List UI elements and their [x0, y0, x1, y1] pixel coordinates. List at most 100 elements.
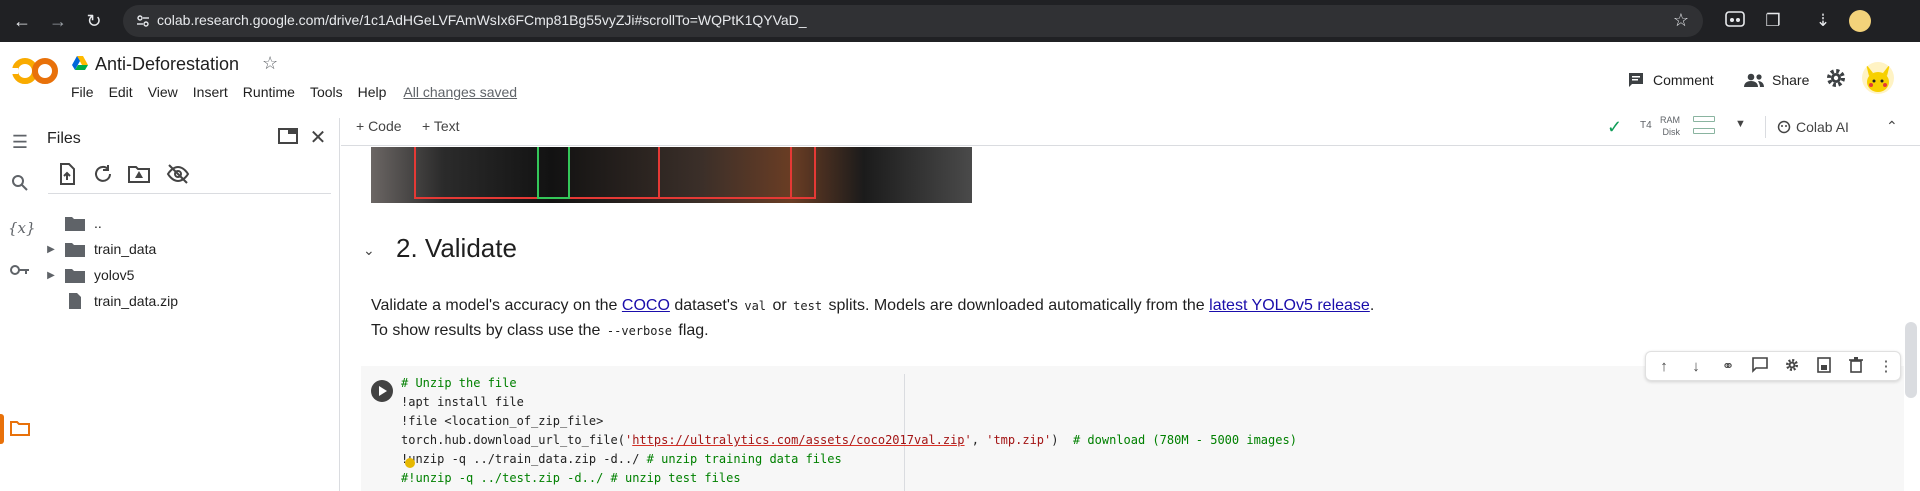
runtime-dropdown-icon[interactable]: ▼	[1735, 118, 1746, 130]
downloads-icon[interactable]: ⇣	[1812, 10, 1834, 32]
notebook-title[interactable]: Anti-Deforestation	[95, 54, 239, 75]
ram-label: RAM	[1660, 115, 1680, 125]
yolov5-release-link[interactable]: latest YOLOv5 release	[1209, 297, 1370, 314]
gear-icon[interactable]	[1824, 66, 1848, 90]
menu-insert[interactable]: Insert	[193, 84, 235, 100]
file-tree-item-train-data-zip[interactable]: train_data.zip	[40, 288, 178, 314]
profile-icon[interactable]	[1849, 10, 1871, 32]
ram-usage-bar	[1693, 116, 1715, 122]
table-of-contents-icon[interactable]: ☰	[8, 130, 32, 154]
divider	[48, 193, 331, 194]
file-tree-item-train-data[interactable]: ▶ train_data	[40, 236, 156, 262]
markdown-line: Validate a model's accuracy on the COCO …	[371, 297, 1375, 314]
colab-header: Anti-Deforestation ☆ File Edit View Inse…	[0, 42, 1920, 108]
comment-button[interactable]: Comment	[1627, 66, 1714, 94]
url-string[interactable]: https://ultralytics.com/assets/coco2017v…	[632, 433, 964, 447]
gear-icon[interactable]	[1782, 357, 1802, 377]
coco-link[interactable]: COCO	[622, 297, 670, 314]
share-people-icon	[1744, 73, 1764, 87]
mount-drive-icon[interactable]	[127, 162, 151, 186]
expand-caret-icon[interactable]: ▶	[45, 270, 57, 281]
disk-usage-bar	[1693, 128, 1715, 134]
menu-edit[interactable]: Edit	[109, 84, 140, 100]
menu-view[interactable]: View	[148, 84, 185, 100]
forward-icon[interactable]: →	[46, 9, 70, 33]
upload-file-icon[interactable]	[55, 162, 79, 186]
chevron-up-icon[interactable]: ⌃	[1886, 118, 1898, 135]
open-in-tab-icon[interactable]	[276, 126, 300, 150]
menu-runtime[interactable]: Runtime	[243, 84, 302, 100]
collapse-section-icon[interactable]: ⌄	[363, 242, 375, 259]
colab-ai-icon	[1777, 120, 1791, 134]
menu-file[interactable]: File	[71, 84, 101, 100]
address-bar[interactable]: colab.research.google.com/drive/1c1AdHGe…	[123, 5, 1703, 37]
file-tree-label: train_data	[94, 241, 157, 257]
run-cell-button[interactable]	[371, 380, 393, 402]
file-tree-item-yolov5[interactable]: ▶ yolov5	[40, 262, 134, 288]
search-icon[interactable]	[8, 174, 32, 198]
code-cell[interactable]: # Unzip the file !apt install file !file…	[361, 366, 1904, 491]
code-line: torch.hub.download_url_to_file('https://…	[401, 433, 1297, 447]
colab-ai-button[interactable]: Colab AI	[1777, 119, 1849, 135]
expand-caret-icon[interactable]: ▶	[45, 244, 57, 255]
more-icon[interactable]: ⋮	[1876, 357, 1896, 377]
inline-code: val	[744, 299, 767, 313]
colab-logo-icon[interactable]	[12, 56, 58, 86]
share-label: Share	[1772, 72, 1810, 88]
add-text-button[interactable]: + Text	[422, 118, 460, 134]
output-image	[371, 147, 972, 203]
menu-bar: File Edit View Insert Runtime Tools Help…	[71, 84, 517, 100]
code-line: #!unzip -q ../test.zip -d../ # unzip tes…	[401, 471, 741, 485]
files-panel: Files ✕ .. ▶ train_data ▶ yolov5 train_d…	[40, 118, 340, 491]
file-tree-item-parent[interactable]: ..	[40, 210, 102, 236]
reload-icon[interactable]: ↻	[82, 9, 106, 33]
drive-icon[interactable]	[72, 56, 88, 70]
bookmark-star-icon[interactable]: ☆	[1673, 10, 1689, 31]
colab-ai-label: Colab AI	[1796, 119, 1849, 135]
folder-icon	[65, 269, 85, 283]
back-icon[interactable]: ←	[10, 9, 34, 33]
divider	[1765, 116, 1766, 138]
star-icon[interactable]: ☆	[262, 53, 278, 74]
add-code-button[interactable]: + Code	[356, 118, 402, 134]
code-line: !apt install file	[401, 395, 524, 409]
files-folder-icon[interactable]	[8, 418, 32, 442]
resource-monitor[interactable]: RAM Disk	[1660, 114, 1680, 138]
cursor-marker	[405, 458, 415, 468]
mirror-cell-icon[interactable]	[1814, 357, 1834, 377]
gpu-type[interactable]: T4	[1640, 120, 1652, 131]
inline-code: --verbose	[606, 324, 672, 338]
save-status-link[interactable]: All changes saved	[403, 84, 517, 100]
file-tree-label: ..	[94, 215, 102, 231]
scrollbar[interactable]	[1905, 322, 1917, 398]
code-editor[interactable]: # Unzip the file !apt install file !file…	[401, 374, 1904, 491]
menu-tools[interactable]: Tools	[310, 84, 350, 100]
file-tree-label: yolov5	[94, 267, 135, 283]
code-line: # Unzip the file	[401, 376, 517, 390]
url-text[interactable]: colab.research.google.com/drive/1c1AdHGe…	[157, 12, 807, 28]
file-icon	[69, 293, 81, 309]
incognito-extension-icon[interactable]	[1724, 10, 1746, 32]
comment-label: Comment	[1653, 72, 1714, 88]
move-up-icon[interactable]: ↑	[1654, 357, 1674, 377]
delete-icon[interactable]	[1846, 357, 1866, 377]
extensions-icon[interactable]: ❐	[1762, 10, 1784, 32]
link-icon[interactable]: ⚭	[1718, 357, 1738, 377]
browser-toolbar: ← → ↻ colab.research.google.com/drive/1c…	[0, 0, 1920, 42]
disk-label: Disk	[1662, 127, 1681, 137]
notebook-content: ⌄ 2. Validate Validate a model's accurac…	[341, 147, 1904, 491]
avatar[interactable]	[1862, 62, 1894, 94]
close-icon[interactable]: ✕	[306, 126, 330, 150]
refresh-icon[interactable]	[91, 162, 115, 186]
hide-hidden-files-icon[interactable]	[166, 162, 190, 186]
comment-icon[interactable]	[1750, 357, 1770, 377]
menu-help[interactable]: Help	[358, 84, 394, 100]
variables-icon[interactable]: {x}	[8, 216, 36, 240]
site-info-icon[interactable]	[135, 13, 151, 29]
secrets-key-icon[interactable]	[8, 258, 32, 282]
folder-icon	[65, 217, 85, 231]
move-down-icon[interactable]: ↓	[1686, 357, 1706, 377]
share-button[interactable]: Share	[1744, 66, 1809, 94]
left-rail: ☰ {x}	[0, 118, 40, 491]
code-line: !file <location_of_zip_file>	[401, 414, 604, 428]
